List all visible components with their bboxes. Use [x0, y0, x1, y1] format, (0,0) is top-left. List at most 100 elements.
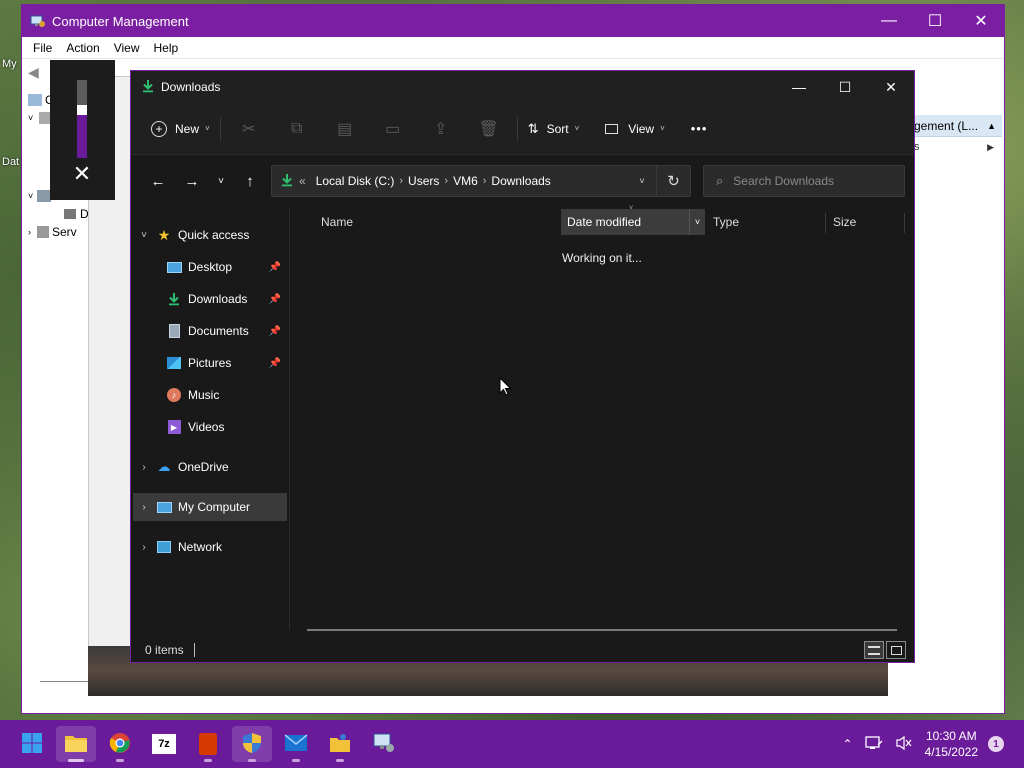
back-button[interactable]: ← — [141, 167, 175, 195]
taskbar-clock[interactable]: 10:30 AM 4/15/2022 — [925, 728, 978, 760]
cm-maximize-button[interactable]: ☐ — [912, 5, 958, 37]
column-divider[interactable] — [825, 213, 826, 233]
volume-slider[interactable] — [77, 80, 87, 158]
nav-item-my-computer[interactable]: › My Computer — [133, 493, 287, 521]
cut-button[interactable]: ✂ — [225, 113, 273, 145]
download-arrow-icon — [141, 79, 155, 96]
notification-badge[interactable]: 1 — [988, 736, 1004, 752]
refresh-button[interactable]: ↻ — [656, 166, 690, 196]
taskbar-mail[interactable] — [276, 726, 316, 762]
pin-icon[interactable]: 📌 — [269, 326, 281, 337]
cm-titlebar[interactable]: Computer Management — ☐ ✕ — [22, 5, 1004, 37]
explorer-close-button[interactable]: ✕ — [868, 71, 914, 103]
actions-subitem[interactable]: s ▶ — [912, 137, 1002, 157]
column-filter-dropdown-icon[interactable]: ˅ — [689, 209, 705, 235]
loading-message: Working on it... — [562, 251, 642, 265]
cm-close-button[interactable]: ✕ — [958, 5, 1004, 37]
chevron-right-icon: ▶ — [987, 141, 994, 152]
show-hidden-icons-chevron-icon[interactable]: ⌃ — [843, 737, 853, 751]
taskbar-security[interactable] — [232, 726, 272, 762]
chevron-down-icon[interactable]: ˅ — [133, 230, 155, 241]
chevron-down-icon[interactable]: ˅ — [28, 113, 33, 123]
nav-item-music[interactable]: ♪ Music — [133, 381, 287, 409]
nav-pane-splitter[interactable] — [289, 207, 290, 630]
collapse-up-icon[interactable]: ▲ — [987, 121, 996, 131]
taskbar-file-explorer[interactable] — [56, 726, 96, 762]
chevron-right-icon[interactable]: › — [133, 462, 155, 473]
nav-item-desktop[interactable]: Desktop 📌 — [133, 253, 287, 281]
volume-slider-thumb[interactable] — [77, 105, 87, 115]
explorer-titlebar[interactable]: Downloads — ☐ ✕ — [131, 71, 914, 103]
recent-locations-button[interactable]: ˅ — [209, 167, 233, 195]
nav-item-pictures[interactable]: Pictures 📌 — [133, 349, 287, 377]
breadcrumb-vm6[interactable]: VM6 — [448, 174, 483, 188]
chevron-down-icon[interactable]: ˅ — [28, 191, 33, 201]
explorer-minimize-button[interactable]: — — [776, 71, 822, 103]
column-size[interactable]: Size — [827, 209, 903, 235]
column-date-modified[interactable]: ˅ Date modified ˅ — [561, 205, 705, 235]
taskbar-7zip[interactable]: 7z — [144, 726, 184, 762]
column-name[interactable]: Name — [315, 209, 555, 235]
menu-file[interactable]: File — [26, 41, 59, 55]
column-divider[interactable] — [904, 213, 905, 233]
share-button[interactable]: ⇪ — [417, 113, 465, 145]
details-view-button[interactable] — [864, 641, 884, 659]
up-button[interactable]: ↑ — [233, 167, 267, 195]
taskbar-user-folder[interactable] — [320, 726, 360, 762]
large-icons-view-button[interactable] — [886, 641, 906, 659]
computer-management-app-icon — [30, 13, 46, 29]
horizontal-scrollbar[interactable] — [307, 629, 897, 631]
volume-close-button[interactable]: ✕ — [72, 163, 92, 185]
pin-icon[interactable]: 📌 — [269, 262, 281, 273]
tree-item-disk[interactable]: D — [24, 205, 90, 223]
chevron-right-icon[interactable]: › — [28, 227, 31, 237]
taskbar-computer-management[interactable] — [364, 726, 404, 762]
network-status-icon[interactable] — [864, 735, 883, 754]
paste-button[interactable]: ▤ — [321, 113, 369, 145]
cm-minimize-button[interactable]: — — [866, 5, 912, 37]
taskbar-chrome[interactable] — [100, 726, 140, 762]
nav-item-network[interactable]: › Network — [133, 533, 287, 561]
chevron-right-icon[interactable]: › — [133, 502, 155, 513]
breadcrumb-downloads[interactable]: Downloads — [486, 174, 555, 188]
speaker-muted-icon[interactable] — [895, 735, 913, 754]
chevron-down-icon: ˅ — [660, 124, 665, 133]
rename-button[interactable]: ▭ — [369, 113, 417, 145]
column-type[interactable]: Type — [707, 209, 821, 235]
nav-item-videos[interactable]: ▶ Videos — [133, 413, 287, 441]
pin-icon[interactable]: 📌 — [269, 358, 281, 369]
nav-item-quick-access[interactable]: ˅ ★ Quick access — [133, 221, 287, 249]
pin-icon[interactable]: 📌 — [269, 294, 281, 305]
chevron-right-icon[interactable]: › — [133, 542, 155, 553]
delete-button[interactable]: 🗑 — [465, 113, 513, 145]
new-button[interactable]: + New ˅ — [145, 113, 216, 145]
menu-view[interactable]: View — [107, 41, 147, 55]
more-options-button[interactable]: ••• — [685, 113, 714, 145]
breadcrumb-local-disk[interactable]: Local Disk (C:) — [311, 174, 400, 188]
search-input[interactable]: ⌕ Search Downloads — [703, 165, 905, 197]
taskbar-office[interactable] — [188, 726, 228, 762]
explorer-maximize-button[interactable]: ☐ — [822, 71, 868, 103]
nav-item-downloads[interactable]: Downloads 📌 — [133, 285, 287, 313]
address-history-button[interactable]: ˅ — [628, 176, 656, 186]
menu-help[interactable]: Help — [147, 41, 186, 55]
desktop-icon-label[interactable]: My — [2, 58, 17, 70]
copy-button[interactable]: ⧉ — [273, 113, 321, 145]
nav-item-onedrive[interactable]: › ☁ OneDrive — [133, 453, 287, 481]
tree-item-services[interactable]: › Serv — [24, 223, 90, 241]
breadcrumb-overflow[interactable]: « — [294, 174, 311, 188]
nav-item-label: Desktop — [188, 260, 233, 274]
sort-button[interactable]: ⇅ Sort ˅ — [522, 113, 586, 145]
breadcrumb-users[interactable]: Users — [403, 174, 444, 188]
desktop-icon-label[interactable]: Dat — [2, 156, 19, 168]
address-bar[interactable]: « Local Disk (C:) › Users › VM6 › Downlo… — [271, 165, 691, 197]
actions-header-label: gement (L... — [914, 118, 979, 133]
menu-action[interactable]: Action — [59, 41, 106, 55]
windows-logo-icon — [21, 732, 43, 757]
nav-item-documents[interactable]: Documents 📌 — [133, 317, 287, 345]
view-button[interactable]: View ˅ — [599, 113, 670, 145]
back-arrow-icon[interactable]: ◀ — [28, 64, 39, 81]
forward-button[interactable]: → — [175, 167, 209, 195]
actions-header[interactable]: gement (L... ▲ — [912, 115, 1002, 137]
start-button[interactable] — [12, 726, 52, 762]
